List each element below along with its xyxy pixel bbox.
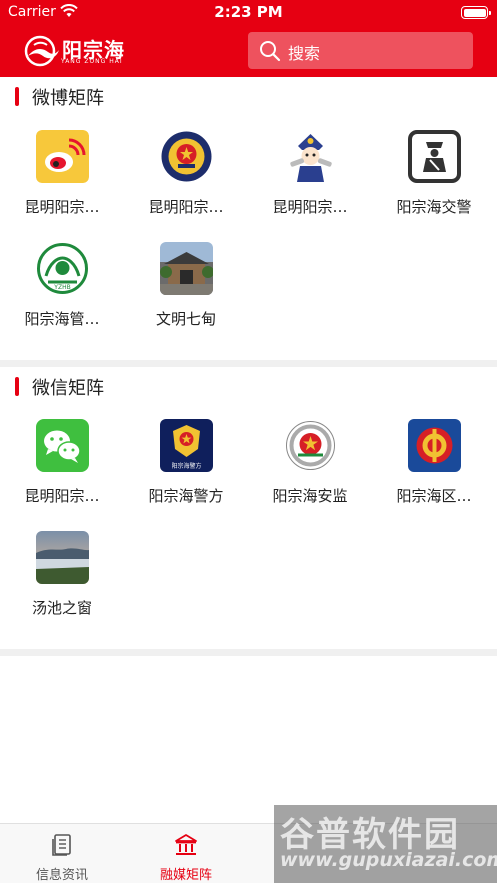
police-badge-icon: 阳宗海警方 <box>160 419 213 472</box>
wave-logo-icon <box>24 35 59 67</box>
site-watermark: 谷普软件园 www.gupuxiazai.com <box>274 805 497 883</box>
wechat-item-label: 昆明阳宗… <box>24 487 100 505</box>
weibo-item-5[interactable]: YZHB 阳宗海管… <box>0 242 124 342</box>
svg-text:YZHB: YZHB <box>53 284 70 291</box>
wechat-item-label: 阳宗海安监 <box>272 487 348 505</box>
weibo-item-label: 昆明阳宗… <box>272 198 348 216</box>
tab-label: 融媒矩阵 <box>159 868 212 883</box>
weibo-item-2[interactable]: 昆明阳宗… <box>124 130 248 230</box>
wechat-item-1[interactable]: 昆明阳宗… <box>0 419 124 519</box>
wechat-item-label: 汤池之窗 <box>31 599 92 617</box>
union-emblem-icon <box>408 419 461 472</box>
traffic-police-icon <box>408 130 461 183</box>
institution-icon <box>175 834 197 855</box>
police-badge-caption: 阳宗海警方 <box>171 463 202 470</box>
weibo-icon <box>36 130 89 183</box>
status-bar: Carrier 2:23 PM <box>0 0 497 26</box>
top-bar: Carrier 2:23 PM 阳宗海 YANG ZONG HAI 搜索 <box>0 0 497 77</box>
weibo-item-4[interactable]: 阳宗海交警 <box>372 130 496 230</box>
weibo-item-label: 文明七甸 <box>155 310 216 328</box>
wechat-item-label: 阳宗海区… <box>396 487 472 505</box>
app-logo: 阳宗海 YANG ZONG HAI <box>24 35 134 69</box>
wechat-section-header: 微信矩阵 <box>0 367 497 407</box>
wechat-item-label: 阳宗海警方 <box>148 487 224 505</box>
news-icon <box>52 834 71 856</box>
weibo-item-label: 阳宗海管… <box>24 310 100 328</box>
national-emblem-icon <box>284 419 337 472</box>
tab-media-matrix[interactable]: 融媒矩阵 <box>124 824 248 883</box>
wechat-item-2[interactable]: 阳宗海警方 阳宗海警方 <box>124 419 248 519</box>
tab-info-news[interactable]: 信息资讯 <box>0 824 124 883</box>
building-photo-icon <box>160 242 213 295</box>
wechat-item-3[interactable]: 阳宗海安监 <box>248 419 372 519</box>
weibo-item-1[interactable]: 昆明阳宗… <box>0 130 124 230</box>
search-icon <box>260 41 281 62</box>
wechat-section-title: 微信矩阵 <box>32 378 104 399</box>
yzhb-emblem-icon: YZHB <box>36 242 89 295</box>
section-accent-bar <box>15 87 19 106</box>
wechat-item-4[interactable]: 阳宗海区… <box>372 419 496 519</box>
weibo-item-3[interactable]: 昆明阳宗… <box>248 130 372 230</box>
cartoon-police-icon <box>284 130 337 183</box>
search-placeholder: 搜索 <box>288 44 321 63</box>
section-accent-bar <box>15 377 19 396</box>
wechat-item-5[interactable]: 汤池之窗 <box>0 531 124 631</box>
logo-english-text: YANG ZONG HAI <box>61 58 123 65</box>
weibo-item-label: 昆明阳宗… <box>24 198 100 216</box>
wechat-icon <box>36 419 89 472</box>
section-divider <box>0 360 497 367</box>
weibo-section-header: 微博矩阵 <box>0 77 497 117</box>
police-emblem-icon <box>160 130 213 183</box>
clock: 2:23 PM <box>214 3 283 21</box>
watermark-url: www.gupuxiazai.com <box>280 849 497 871</box>
battery-icon <box>461 6 491 19</box>
tab-label: 信息资讯 <box>35 868 88 883</box>
weibo-item-6[interactable]: 文明七甸 <box>124 242 248 342</box>
lake-photo-icon <box>36 531 89 584</box>
weibo-item-label: 阳宗海交警 <box>396 198 472 216</box>
section-divider <box>0 649 497 656</box>
weibo-item-label: 昆明阳宗… <box>148 198 224 216</box>
search-box[interactable]: 搜索 <box>248 32 473 69</box>
weibo-section-title: 微博矩阵 <box>32 88 104 109</box>
